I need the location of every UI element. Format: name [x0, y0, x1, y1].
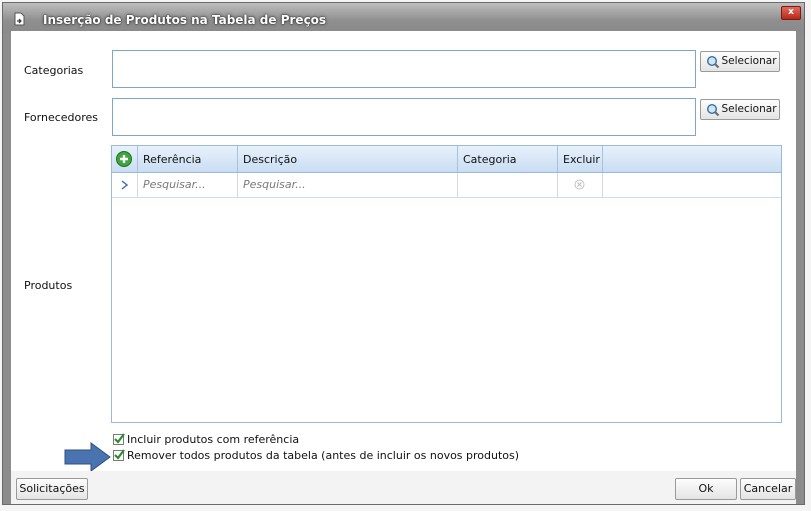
dialog-footer: Solicitações Ok Cancelar — [11, 471, 796, 504]
close-button[interactable]: x — [781, 6, 801, 20]
window-title: Inserção de Produtos na Tabela de Preços — [43, 13, 327, 27]
fornecedores-selecionar-button[interactable]: Selecionar — [700, 99, 780, 120]
selecionar-label: Selecionar — [721, 103, 777, 115]
checkmark-icon — [114, 433, 125, 444]
remover-checkbox[interactable] — [113, 449, 125, 461]
filter-row: Pesquisar... Pesquisar... — [112, 173, 781, 198]
solicitacoes-button[interactable]: Solicitações — [16, 478, 88, 500]
fornecedores-label: Fornecedores — [24, 111, 99, 124]
chevron-right-icon — [112, 173, 138, 197]
col-descricao[interactable]: Descrição — [238, 146, 458, 172]
ok-button[interactable]: Ok — [675, 478, 737, 500]
cancelar-button[interactable]: Cancelar — [740, 478, 796, 500]
fornecedores-field[interactable] — [112, 98, 696, 136]
dialog-window: Inserção de Produtos na Tabela de Preços… — [2, 2, 805, 505]
descricao-search-input[interactable]: Pesquisar... — [238, 173, 458, 197]
incluir-label: Incluir produtos com referência — [127, 433, 300, 446]
col-categoria[interactable]: Categoria — [458, 146, 558, 172]
categoria-filter-cell — [458, 173, 558, 197]
grid-header: Referência Descrição Categoria Excluir — [112, 146, 781, 173]
title-bar[interactable]: Inserção de Produtos na Tabela de Preços… — [3, 3, 804, 33]
col-excluir[interactable]: Excluir — [558, 146, 603, 172]
document-arrow-icon — [13, 12, 27, 26]
add-circle-icon — [116, 151, 132, 167]
add-product-button[interactable] — [112, 146, 138, 172]
remove-x-icon[interactable] — [558, 173, 603, 197]
categorias-field[interactable] — [112, 50, 696, 88]
selecionar-label: Selecionar — [721, 55, 777, 67]
magnifier-icon — [706, 55, 720, 69]
magnifier-icon — [706, 103, 720, 117]
produtos-grid: Referência Descrição Categoria Excluir P… — [111, 145, 782, 423]
categorias-label: Categorias — [24, 64, 84, 77]
remover-label: Remover todos produtos da tabela (antes … — [127, 449, 520, 462]
referencia-search-input[interactable]: Pesquisar... — [138, 173, 238, 197]
categorias-selecionar-button[interactable]: Selecionar — [700, 51, 780, 72]
produtos-label: Produtos — [24, 279, 73, 292]
checkmark-icon — [114, 449, 125, 460]
col-referencia[interactable]: Referência — [138, 146, 238, 172]
incluir-checkbox[interactable] — [113, 433, 125, 445]
